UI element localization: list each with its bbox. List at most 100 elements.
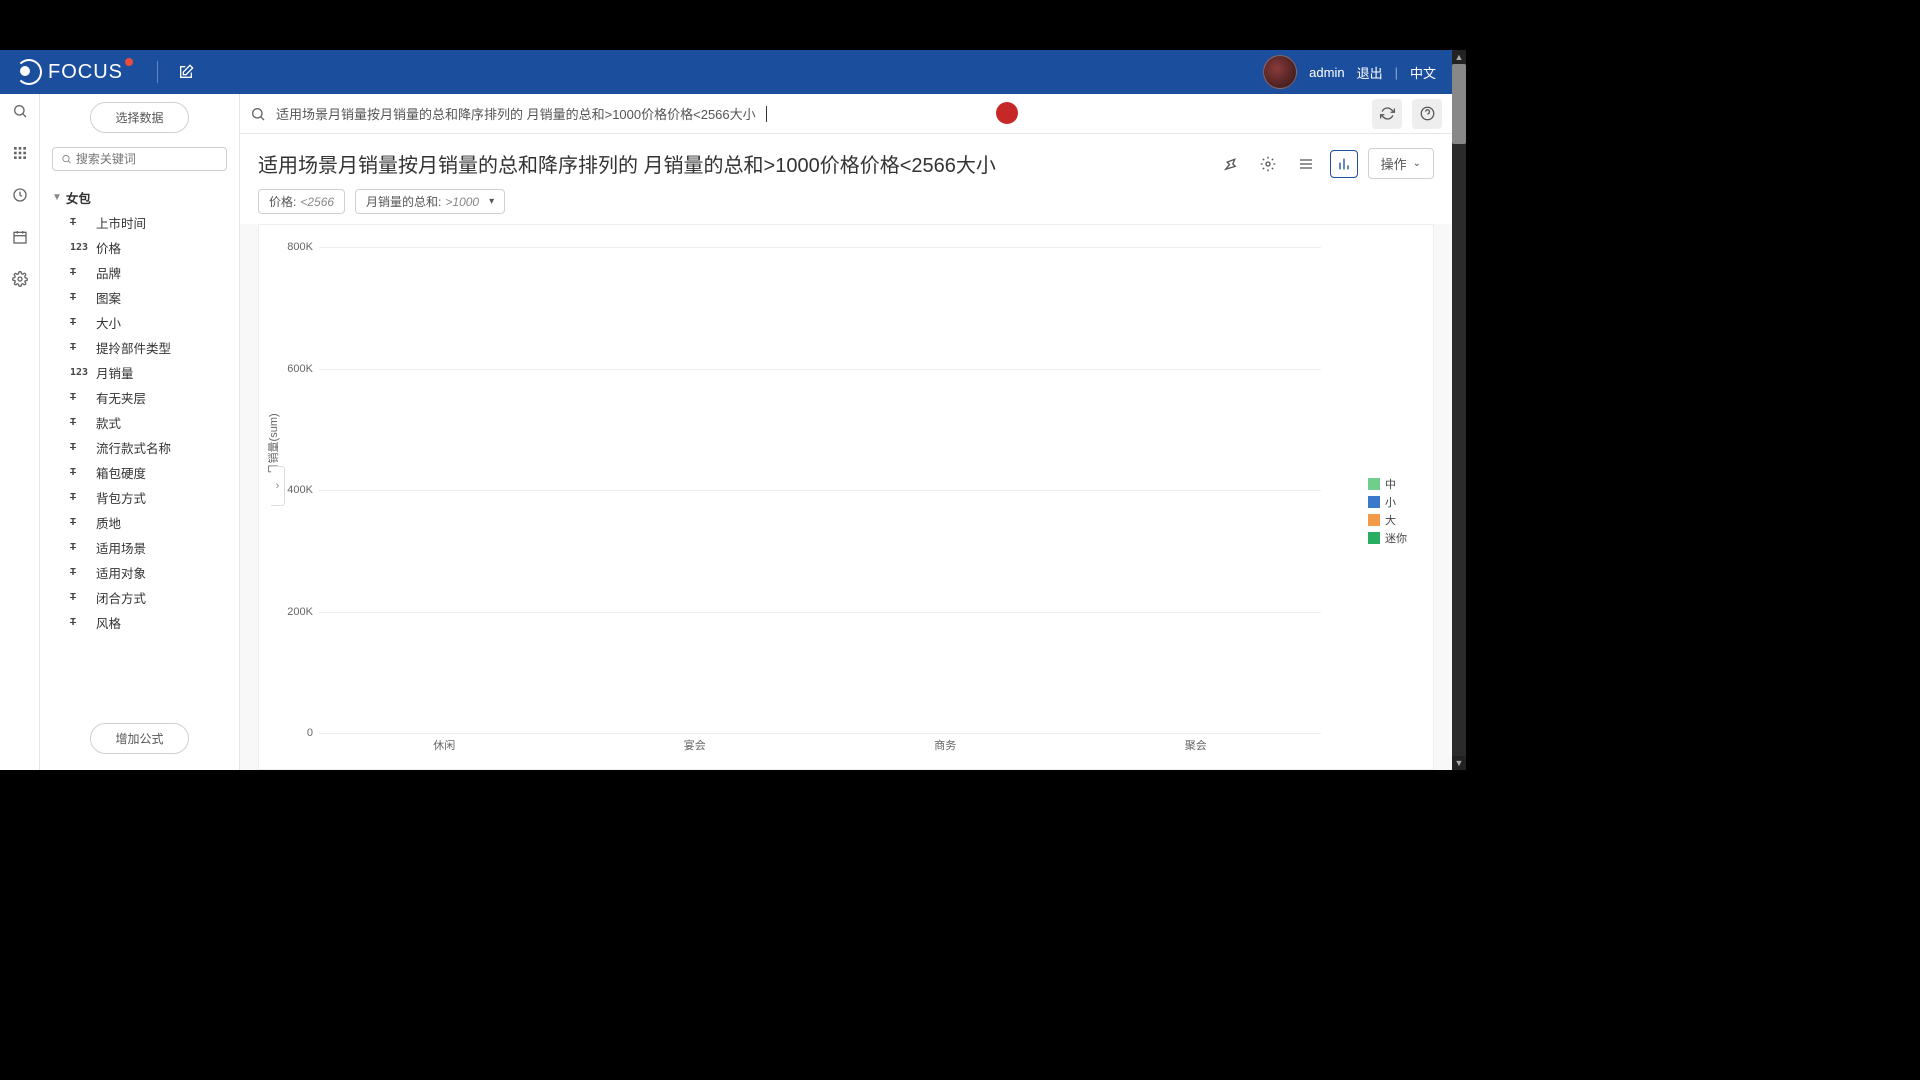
- tree-root-label: 女包: [66, 188, 91, 207]
- column-type-icon: T: [70, 417, 90, 428]
- data-sidebar: 选择数据 ▼ 女包 T上市时间123价格T品牌T图案T大小T提拎部件类型123月…: [40, 94, 240, 770]
- actions-dropdown[interactable]: 操作 ⌄: [1368, 148, 1434, 179]
- column-type-icon: T: [70, 217, 90, 228]
- x-tick-label: 商务: [934, 737, 956, 753]
- grid-icon[interactable]: [11, 144, 29, 162]
- column-item[interactable]: T 款式: [52, 410, 227, 435]
- column-item[interactable]: T背包方式: [52, 485, 227, 510]
- column-label: 品牌: [96, 263, 121, 282]
- expand-handle[interactable]: ›: [271, 466, 285, 506]
- query-text: 适用场景月销量按月销量的总和降序排列的 月销量的总和>1000价格价格<2566…: [276, 104, 756, 123]
- edit-icon[interactable]: [178, 64, 194, 80]
- column-label: 质地: [96, 513, 121, 532]
- column-label: 有无夹层: [96, 388, 146, 407]
- filter-label: 价格:: [269, 193, 296, 210]
- column-type-icon: T: [70, 342, 90, 353]
- gridline: [319, 612, 1321, 613]
- legend-item[interactable]: 中: [1368, 476, 1407, 492]
- column-item[interactable]: T上市时间: [52, 210, 227, 235]
- column-type-icon: 123: [70, 242, 90, 253]
- filter-chip[interactable]: 月销量的总和: >1000 ▾: [355, 189, 505, 214]
- column-item[interactable]: T有无夹层: [52, 385, 227, 410]
- title-row: 适用场景月销量按月销量的总和降序排列的 月销量的总和>1000价格价格<2566…: [240, 134, 1452, 189]
- legend-label: 迷你: [1385, 530, 1407, 546]
- gear-icon[interactable]: [11, 270, 29, 288]
- pin-icon[interactable]: [1216, 150, 1244, 178]
- tree-root-node[interactable]: ▼ 女包: [52, 185, 227, 210]
- logout-link[interactable]: 退出: [1357, 63, 1383, 82]
- column-item[interactable]: T箱包硬度: [52, 460, 227, 485]
- query-bar: 适用场景月销量按月销量的总和降序排列的 月销量的总和>1000价格价格<2566…: [240, 94, 1452, 134]
- column-search-input[interactable]: [76, 152, 218, 166]
- column-label: 提拎部件类型: [96, 338, 171, 357]
- search-icon[interactable]: [11, 102, 29, 120]
- actions-label: 操作: [1381, 154, 1407, 173]
- column-item[interactable]: T适用对象: [52, 560, 227, 585]
- chart-view-icon[interactable]: [1330, 150, 1358, 178]
- column-label: 图案: [96, 288, 121, 307]
- table-view-icon[interactable]: [1292, 150, 1320, 178]
- page-title: 适用场景月销量按月销量的总和降序排列的 月销量的总和>1000价格价格<2566…: [258, 149, 1216, 178]
- avatar[interactable]: [1263, 55, 1297, 89]
- x-tick-label: 聚会: [1185, 737, 1207, 753]
- column-type-icon: T: [70, 567, 90, 578]
- gridline: [319, 733, 1321, 734]
- column-item[interactable]: T 图案: [52, 285, 227, 310]
- column-label: 款式: [96, 413, 121, 432]
- column-item[interactable]: 123 月销量: [52, 360, 227, 385]
- username[interactable]: admin: [1309, 65, 1344, 80]
- column-label: 月销量: [96, 363, 134, 382]
- column-item[interactable]: T 闭合方式: [52, 585, 227, 610]
- query-input[interactable]: 适用场景月销量按月销量的总和降序排列的 月销量的总和>1000价格价格<2566…: [276, 104, 1362, 123]
- filter-chip[interactable]: 价格: <2566: [258, 189, 345, 214]
- column-item[interactable]: T适用场景: [52, 535, 227, 560]
- legend-label: 大: [1385, 512, 1396, 528]
- column-type-icon: T: [70, 317, 90, 328]
- column-label: 大小: [96, 313, 121, 332]
- column-item[interactable]: 123价格: [52, 235, 227, 260]
- scroll-thumb[interactable]: [1452, 64, 1466, 144]
- search-icon: [250, 106, 266, 122]
- legend-swatch-icon: [1368, 532, 1380, 544]
- column-item[interactable]: T质地: [52, 510, 227, 535]
- search-icon: [61, 153, 72, 165]
- column-type-icon: T: [70, 492, 90, 503]
- gear-icon[interactable]: [1254, 150, 1282, 178]
- help-button[interactable]: [1412, 99, 1442, 129]
- chart-plot[interactable]: 0200K400K600K800K休闲宴会商务聚会: [319, 247, 1321, 733]
- y-tick-label: 800K: [287, 241, 313, 253]
- legend-item[interactable]: 小: [1368, 494, 1407, 510]
- clock-icon[interactable]: [11, 186, 29, 204]
- legend-swatch-icon: [1368, 496, 1380, 508]
- column-item[interactable]: T品牌: [52, 260, 227, 285]
- refresh-button[interactable]: [1372, 99, 1402, 129]
- brand-logo[interactable]: FOCUS: [16, 59, 137, 85]
- column-type-icon: T: [70, 592, 90, 603]
- x-tick-label: 休闲: [433, 737, 455, 753]
- nav-rail: [0, 94, 40, 770]
- column-item[interactable]: T 大小: [52, 310, 227, 335]
- column-label: 闭合方式: [96, 588, 146, 607]
- legend-label: 小: [1385, 494, 1396, 510]
- legend-item[interactable]: 迷你: [1368, 530, 1407, 546]
- column-item[interactable]: T 提拎部件类型: [52, 335, 227, 360]
- add-formula-button[interactable]: 增加公式: [90, 723, 188, 754]
- select-data-button[interactable]: 选择数据: [90, 102, 188, 133]
- column-item[interactable]: T流行款式名称: [52, 435, 227, 460]
- filter-value: >1000: [445, 195, 479, 209]
- scroll-down-icon[interactable]: ▼: [1452, 756, 1466, 770]
- header-separator: [157, 61, 158, 83]
- column-label: 流行款式名称: [96, 438, 171, 457]
- language-toggle[interactable]: 中文: [1410, 63, 1436, 82]
- column-search[interactable]: [52, 147, 227, 171]
- column-item[interactable]: T风格: [52, 610, 227, 635]
- calendar-icon[interactable]: [11, 228, 29, 246]
- legend-item[interactable]: 大: [1368, 512, 1407, 528]
- column-type-icon: T: [70, 292, 90, 303]
- scroll-up-icon[interactable]: ▲: [1452, 50, 1466, 64]
- column-type-icon: 123: [70, 367, 90, 378]
- column-type-icon: T: [70, 467, 90, 478]
- y-tick-label: 0: [307, 727, 313, 739]
- y-tick-label: 400K: [287, 484, 313, 496]
- window-scrollbar[interactable]: ▲ ▼: [1452, 50, 1466, 770]
